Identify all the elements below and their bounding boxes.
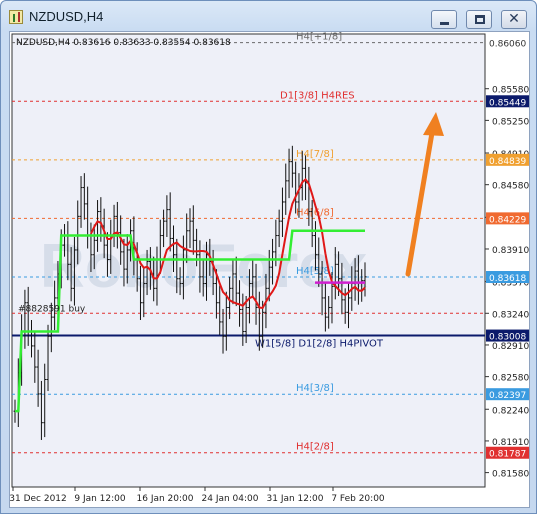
title-bar[interactable]: NZDUSD,H4 ✕: [1, 1, 536, 31]
level-label: H4[2/8]: [296, 442, 334, 453]
level-label: W1[5/8] D1[2/8] H4PIVOT: [255, 339, 384, 350]
price-tick-label: 0.82580: [492, 374, 529, 384]
level-price-tag-text: 0.81787: [489, 450, 526, 460]
level-label: H4[+1/8]: [296, 32, 342, 43]
chart-app-icon: [9, 10, 23, 24]
level-label: H4[6/8]: [296, 207, 334, 218]
level-price-tag-text: 0.86060: [489, 40, 526, 50]
level-label: H4[7/8]: [296, 149, 334, 160]
time-tick-label: 9 Jan 12:00: [74, 494, 126, 504]
price-tick-label: 0.85250: [492, 117, 529, 127]
price-tick-label: 0.82240: [492, 406, 529, 416]
price-tick-label: 0.81580: [492, 470, 529, 480]
minimize-icon: [440, 22, 449, 25]
chart-window: NZDUSD,H4 ✕ RoboForex0.855800.852500.849…: [0, 0, 537, 514]
level-price-tag-text: 0.82397: [489, 391, 526, 401]
window-title: NZDUSD,H4: [29, 9, 104, 24]
close-button[interactable]: ✕: [501, 10, 527, 29]
chart-header-text: NZDUSD,H4 0.83616 0.83633 0.83554 0.8361…: [16, 38, 231, 48]
level-price-tag-text: 0.83008: [489, 333, 526, 343]
price-tick-label: 0.85580: [492, 86, 529, 96]
maximize-icon: [475, 15, 485, 24]
price-tick-label: 0.83240: [492, 310, 529, 320]
time-tick-label: 31 Dec 2012: [10, 494, 67, 504]
chart-area[interactable]: RoboForex0.855800.852500.849100.845800.8…: [9, 31, 530, 508]
maximize-button[interactable]: [466, 10, 492, 29]
order-label: #8828591 buy: [18, 304, 86, 314]
time-tick-label: 7 Feb 20:00: [331, 494, 385, 504]
price-tick-label: 0.81910: [492, 438, 529, 448]
level-label: D1[3/8] H4RES: [280, 90, 355, 101]
price-tick-label: 0.83910: [492, 246, 529, 256]
price-tick-label: 0.84580: [492, 182, 529, 192]
time-tick-label: 24 Jan 04:00: [202, 494, 259, 504]
minimize-button[interactable]: [431, 10, 457, 29]
close-icon: ✕: [508, 11, 520, 27]
level-price-tag-text: 0.84839: [489, 157, 526, 167]
price-tick-label: 0.82910: [492, 342, 529, 352]
level-price-tag-text: 0.83618: [489, 274, 526, 284]
level-price-tag-text: 0.84229: [489, 215, 526, 225]
time-tick-label: 16 Jan 20:00: [137, 494, 194, 504]
level-label: H4[3/8]: [296, 383, 334, 394]
level-price-tag-text: 0.85449: [489, 98, 526, 108]
time-tick-label: 31 Jan 12:00: [267, 494, 324, 504]
price-chart[interactable]: RoboForex0.855800.852500.849100.845800.8…: [10, 32, 529, 507]
